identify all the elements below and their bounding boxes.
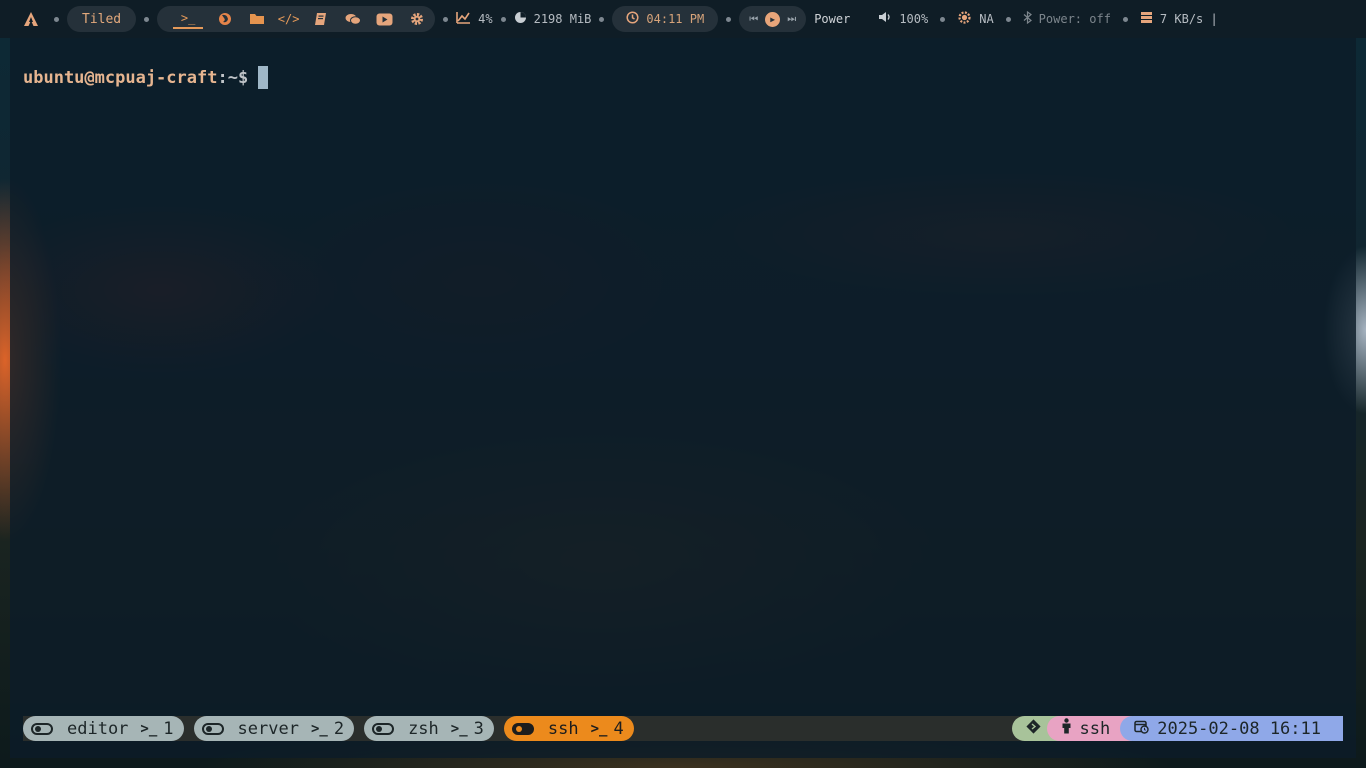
terminal-window[interactable] bbox=[10, 38, 1356, 758]
youtube-icon[interactable] bbox=[374, 9, 395, 29]
window-toggle-icon bbox=[31, 722, 53, 735]
play-icon[interactable]: ▶ bbox=[765, 11, 781, 27]
brightness-value: NA bbox=[979, 12, 994, 26]
prompt-user-host: ubuntu@mcpuaj-craft bbox=[23, 67, 218, 88]
window-label: editor bbox=[67, 718, 129, 739]
window-tab-server[interactable]: server >_ 2 bbox=[193, 716, 355, 741]
app-launcher: >_ </> bbox=[157, 6, 436, 32]
separator-dot bbox=[599, 16, 605, 22]
window-index: 1 bbox=[163, 718, 174, 739]
shell-icon: >_ bbox=[450, 720, 468, 737]
power-menu[interactable]: Power bbox=[814, 12, 850, 26]
layout-label: Tiled bbox=[82, 11, 122, 27]
window-index: 4 bbox=[613, 718, 624, 739]
bluetooth-value: Power: off bbox=[1038, 12, 1111, 26]
memory-usage[interactable]: 2198 MiB bbox=[514, 11, 592, 28]
session-label: ssh bbox=[1079, 718, 1111, 739]
window-tab-ssh[interactable]: ssh >_ 4 bbox=[503, 716, 634, 741]
prompt-path: :~$ bbox=[217, 67, 249, 88]
shell-icon: >_ bbox=[140, 720, 158, 737]
brightness-icon bbox=[957, 10, 972, 29]
memory-value: 2198 MiB bbox=[533, 12, 592, 26]
separator-dot bbox=[1005, 16, 1011, 22]
date-time-value: 2025-02-08 16:11 bbox=[1157, 718, 1321, 739]
code-editor-icon[interactable]: </> bbox=[278, 9, 300, 29]
settings-icon[interactable] bbox=[406, 9, 427, 29]
cpu-usage[interactable]: 4% bbox=[456, 11, 493, 28]
shell-prompt[interactable]: ubuntu@mcpuaj-craft :~$ bbox=[23, 66, 269, 89]
volume-control[interactable]: 100% bbox=[878, 11, 928, 27]
window-index: 3 bbox=[473, 718, 484, 739]
distro-logo-icon[interactable] bbox=[16, 6, 46, 32]
window-label: zsh bbox=[408, 718, 439, 739]
server-icon bbox=[1140, 11, 1153, 28]
chart-icon bbox=[456, 11, 471, 28]
volume-value: 100% bbox=[899, 12, 929, 26]
person-icon bbox=[1061, 718, 1072, 739]
bluetooth-icon bbox=[1023, 10, 1032, 28]
window-tab-zsh[interactable]: zsh >_ 3 bbox=[364, 716, 494, 741]
clock-time: 04:11 PM bbox=[646, 12, 705, 26]
previous-track-icon[interactable]: ⏮ bbox=[749, 14, 758, 25]
separator-dot bbox=[144, 16, 150, 22]
separator-dot bbox=[443, 16, 449, 22]
chat-icon[interactable] bbox=[342, 9, 363, 29]
calendar-icon bbox=[1134, 719, 1149, 739]
separator-dot bbox=[1122, 16, 1128, 22]
brightness-control[interactable]: NA bbox=[957, 10, 994, 29]
folder-icon[interactable] bbox=[246, 9, 267, 29]
separator-dot bbox=[726, 16, 732, 22]
window-label: server bbox=[237, 718, 299, 739]
top-panel: Tiled >_ </> 4% 2198 MiB 04:11 PM ⏮ ▶ ⏭ … bbox=[0, 0, 1366, 38]
notes-icon[interactable] bbox=[310, 9, 331, 29]
firefox-icon[interactable] bbox=[214, 9, 235, 29]
date-time: 2025-02-08 16:11 bbox=[1120, 716, 1343, 741]
text-cursor bbox=[258, 66, 269, 89]
terminal-icon[interactable]: >_ bbox=[173, 9, 204, 29]
network-value: 7 KB/s | bbox=[1159, 12, 1218, 26]
window-toggle-icon bbox=[511, 722, 534, 735]
network-speed[interactable]: 7 KB/s | bbox=[1140, 11, 1218, 28]
bluetooth-status[interactable]: Power: off bbox=[1023, 10, 1111, 28]
window-toggle-icon bbox=[372, 722, 395, 735]
window-toggle-icon bbox=[201, 722, 224, 735]
separator-dot bbox=[940, 16, 946, 22]
clock[interactable]: 04:11 PM bbox=[612, 6, 719, 32]
shell-icon: >_ bbox=[310, 720, 328, 737]
shell-icon: >_ bbox=[590, 720, 608, 737]
next-track-icon[interactable]: ⏭ bbox=[787, 14, 796, 25]
tmux-status-bar: editor >_ 1 server >_ 2 zsh >_ 3 ssh >_ … bbox=[23, 716, 1343, 741]
window-label: ssh bbox=[547, 718, 579, 739]
separator-dot bbox=[500, 16, 506, 22]
window-index: 2 bbox=[333, 718, 345, 739]
pie-chart-icon bbox=[514, 11, 527, 28]
separator-dot bbox=[54, 16, 59, 22]
media-controls: ⏮ ▶ ⏭ bbox=[739, 6, 807, 32]
layout-indicator[interactable]: Tiled bbox=[67, 6, 137, 32]
speaker-icon bbox=[878, 11, 892, 27]
git-branch-icon bbox=[1025, 718, 1041, 739]
window-tab-editor[interactable]: editor >_ 1 bbox=[23, 716, 184, 741]
clock-icon bbox=[626, 11, 639, 27]
cpu-value: 4% bbox=[478, 12, 493, 26]
